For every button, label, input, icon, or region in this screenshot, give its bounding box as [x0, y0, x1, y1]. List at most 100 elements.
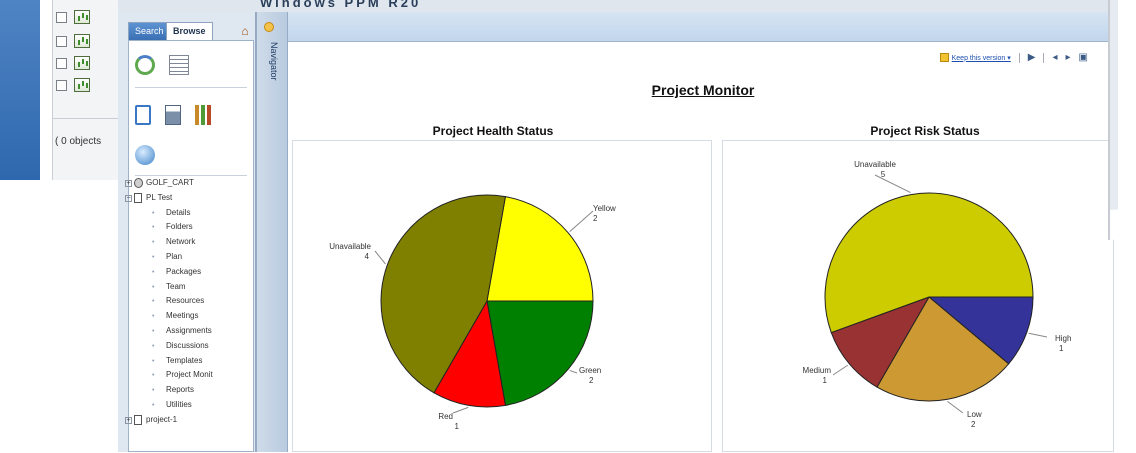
- slice-label: Yellow: [593, 204, 616, 213]
- category-icon: [134, 178, 143, 188]
- recent-icon[interactable]: [135, 55, 155, 75]
- tree-item[interactable]: + project-1: [124, 413, 242, 428]
- tree-item[interactable]: • Templates: [124, 354, 242, 369]
- report-title: Project Monitor: [651, 82, 755, 98]
- chart-icon: [74, 78, 90, 92]
- checkbox[interactable]: [56, 80, 67, 91]
- slice-label: Low: [967, 410, 982, 419]
- bullet-icon: •: [152, 224, 155, 232]
- title-bar: Windows PPM R20: [118, 0, 1118, 12]
- clipboard-icon[interactable]: [135, 105, 151, 125]
- tree-item-label: Reports: [166, 385, 195, 395]
- tab-browse[interactable]: Browse: [166, 22, 213, 40]
- bullet-icon: •: [152, 313, 155, 321]
- keep-version-link[interactable]: Keep this version ▾: [939, 53, 1011, 62]
- tree-item-label: project-1: [146, 414, 178, 424]
- background-list-row[interactable]: [56, 34, 106, 52]
- tree-item[interactable]: • Meetings: [124, 309, 242, 324]
- tree-item[interactable]: − PL Test: [124, 191, 242, 206]
- tree-item[interactable]: • Reports: [124, 383, 242, 398]
- slice-label: Red: [438, 412, 453, 421]
- tree-item[interactable]: • Details: [124, 206, 242, 221]
- tree-item[interactable]: • Project Monit: [124, 368, 242, 383]
- report-toolbar: Keep this version ▾ ▶ ◂ ▸ ▣: [939, 52, 1088, 63]
- slice-label: Unavailable: [854, 160, 896, 169]
- tree-item-label: Network: [166, 237, 196, 247]
- leader-line: [569, 369, 578, 374]
- tree-expander-icon[interactable]: −: [125, 194, 132, 202]
- divider: [1018, 52, 1020, 63]
- divider: [135, 87, 247, 88]
- project-icon: [134, 192, 142, 203]
- tab-search[interactable]: Search: [128, 22, 171, 40]
- navigator-toggle-icon[interactable]: [264, 22, 274, 32]
- report-content: Keep this version ▾ ▶ ◂ ▸ ▣ Project Moni…: [288, 42, 1118, 452]
- leader-line: [1028, 332, 1048, 338]
- navigator-panel[interactable]: Navigator: [256, 12, 288, 452]
- bullet-icon: •: [152, 342, 155, 350]
- globe-icon[interactable]: [135, 145, 155, 165]
- content-header-band: [288, 12, 1118, 42]
- tree-item-label: Utilities: [166, 399, 192, 409]
- bullet-icon: •: [152, 357, 155, 365]
- bullet-icon: •: [152, 372, 155, 380]
- play-icon[interactable]: ▶: [1028, 52, 1036, 63]
- tree-item[interactable]: • Assignments: [124, 324, 242, 339]
- tree-item-label: Project Monit: [166, 370, 213, 380]
- checkbox[interactable]: [56, 36, 67, 47]
- background-list-row[interactable]: [56, 10, 106, 28]
- slice-value: 2: [589, 376, 594, 385]
- slice-label: High: [1055, 334, 1071, 343]
- tree-item-label: Resources: [166, 296, 205, 306]
- tree-item-label: Templates: [166, 355, 203, 365]
- keep-version-label: Keep this version ▾: [951, 54, 1011, 62]
- chart-title-risk: Project Risk Status: [870, 124, 980, 138]
- tree-item[interactable]: • Network: [124, 235, 242, 250]
- background-window-strip: [0, 0, 40, 180]
- back-icon[interactable]: ◂: [1052, 52, 1057, 63]
- slice-value: 2: [971, 420, 976, 429]
- tree-item[interactable]: • Plan: [124, 250, 242, 265]
- list-view-icon[interactable]: [169, 55, 189, 75]
- divider: [52, 118, 118, 119]
- bullet-icon: •: [152, 239, 155, 247]
- tree-item[interactable]: • Utilities: [124, 398, 242, 413]
- navigator-label: Navigator: [269, 42, 279, 81]
- tree-item[interactable]: • Discussions: [124, 339, 242, 354]
- forward-icon[interactable]: ▸: [1066, 52, 1071, 63]
- tree-item-label: Meetings: [166, 311, 199, 321]
- tree-expander-icon[interactable]: +: [125, 180, 132, 187]
- tree-item[interactable]: + GOLF_CART: [124, 176, 242, 191]
- tree-item[interactable]: • Folders: [124, 220, 242, 235]
- object-count: ( 0 objects: [55, 136, 102, 147]
- background-list-row[interactable]: [56, 78, 106, 96]
- chart-icon: [74, 34, 90, 48]
- slice-value: 5: [881, 170, 886, 179]
- bullet-icon: •: [152, 298, 155, 306]
- explorer-panel: Search Browse ⌂ + GOLF_CART − PL Test • Detai…: [118, 12, 256, 452]
- slice-value: 1: [1059, 344, 1064, 353]
- tree-expander-icon[interactable]: +: [125, 416, 132, 424]
- chart-panel-health: Yellow 2 Green 2 Red 1 Unavailable 4: [292, 140, 712, 452]
- home-icon[interactable]: ⌂: [236, 22, 254, 40]
- tree-item[interactable]: • Resources: [124, 294, 242, 309]
- checkbox[interactable]: [56, 12, 67, 23]
- tree-item[interactable]: • Packages: [124, 265, 242, 280]
- project-icon: [134, 414, 142, 425]
- slice-value: 4: [365, 252, 370, 261]
- tree-item-label: PL Test: [146, 192, 173, 202]
- bullet-icon: •: [152, 327, 155, 335]
- bar-chart-icon[interactable]: [195, 105, 217, 125]
- tree-item-label: Discussions: [166, 340, 209, 350]
- tree-item-label: Folders: [166, 222, 193, 232]
- calculator-icon[interactable]: [165, 105, 181, 125]
- print-icon[interactable]: ▣: [1079, 52, 1088, 63]
- tree-item[interactable]: • Team: [124, 280, 242, 295]
- chart-icon: [74, 56, 90, 70]
- tree-item-label: Assignments: [166, 325, 212, 335]
- health-pie-chart: Yellow2Green2Red1Unavailable4: [329, 194, 616, 431]
- checkbox[interactable]: [56, 58, 67, 69]
- bullet-icon: •: [152, 253, 155, 261]
- background-list-row[interactable]: [56, 56, 106, 74]
- leader-line: [452, 406, 469, 414]
